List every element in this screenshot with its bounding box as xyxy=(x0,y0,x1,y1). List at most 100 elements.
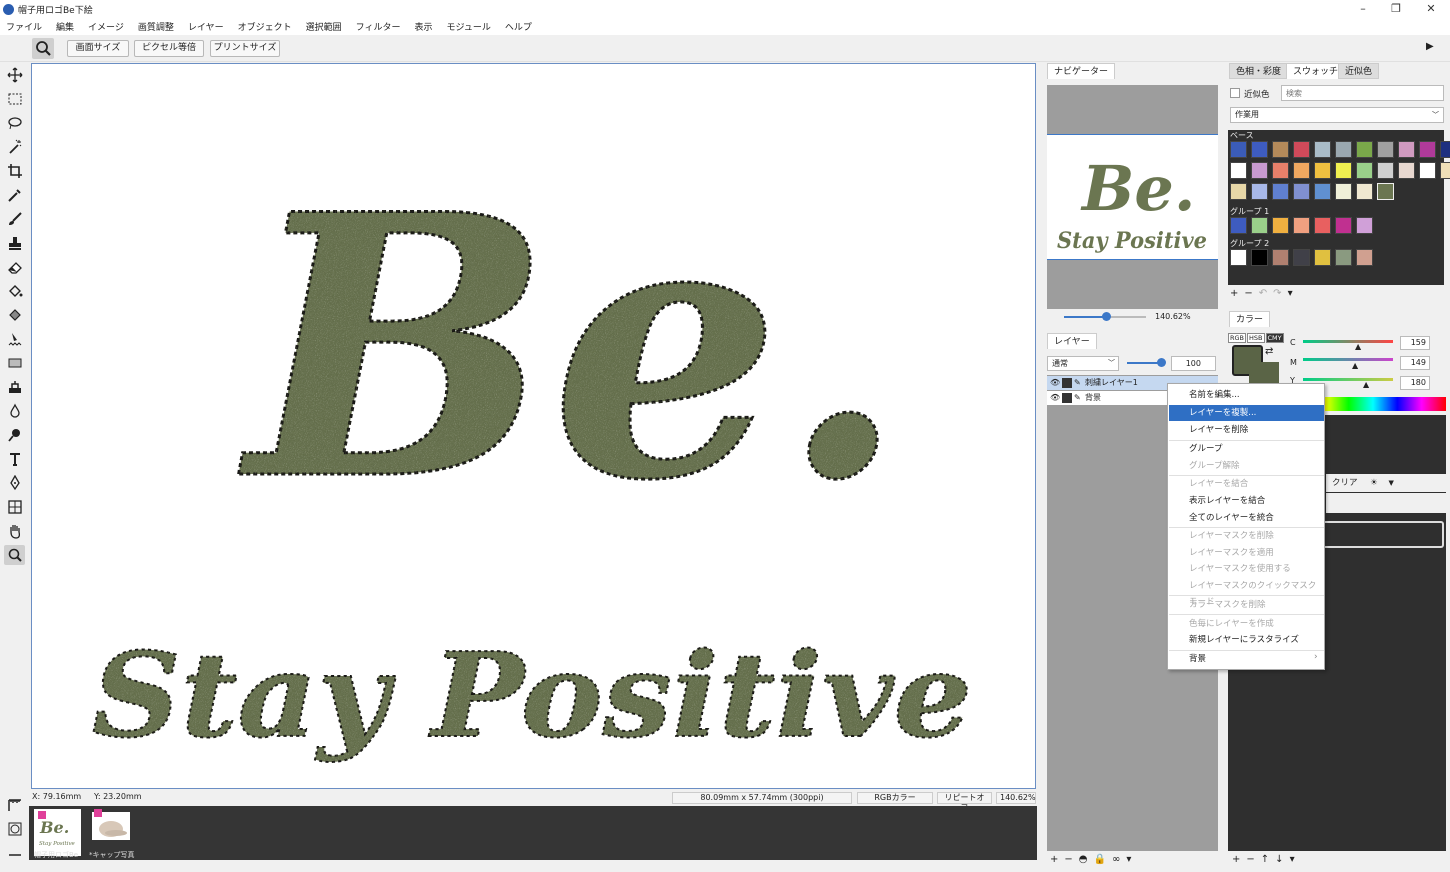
channel-m-input[interactable]: 149 xyxy=(1400,356,1430,370)
menu-layer[interactable]: レイヤー xyxy=(188,20,224,33)
menu-item-merge-visible[interactable]: 表示レイヤーを結合 xyxy=(1169,493,1324,509)
menu-adjust[interactable]: 画質調整 xyxy=(138,20,174,33)
menu-item-delete-mask[interactable]: レイヤーマスクを削除 xyxy=(1169,528,1324,544)
sun-icon[interactable]: ☀ xyxy=(1370,478,1378,488)
text-tool-icon[interactable] xyxy=(4,449,25,469)
color-swatch[interactable] xyxy=(1335,217,1352,234)
color-swatch[interactable] xyxy=(1356,183,1373,200)
color-swatch[interactable] xyxy=(1293,249,1310,266)
color-swatch[interactable] xyxy=(1314,217,1331,234)
add-swatch-icon[interactable]: + xyxy=(1230,288,1244,299)
swatch-search-input[interactable] xyxy=(1281,85,1444,101)
opacity-input[interactable]: 100 xyxy=(1171,356,1216,371)
actual-pixels-button[interactable]: ピクセル等倍 xyxy=(134,40,204,57)
tab-near-colors[interactable]: 近似色 xyxy=(1338,63,1380,79)
color-swatch[interactable] xyxy=(1335,183,1352,200)
color-swatch[interactable] xyxy=(1251,162,1268,179)
collapse-panel-icon[interactable] xyxy=(4,845,25,865)
stamp-icon[interactable] xyxy=(4,233,25,253)
close-button[interactable]: ✕ xyxy=(1420,1,1442,16)
menu-select[interactable]: 選択範囲 xyxy=(306,20,342,33)
color-swatch[interactable] xyxy=(1356,141,1373,158)
minimize-button[interactable]: – xyxy=(1352,1,1374,16)
menu-filter[interactable]: フィルター xyxy=(356,20,401,33)
menu-view[interactable]: 表示 xyxy=(414,20,432,33)
navigator-zoom-slider[interactable] xyxy=(1064,312,1146,321)
channel-c-slider[interactable] xyxy=(1303,340,1393,343)
menu-item-rename[interactable]: 名前を編集... xyxy=(1169,387,1324,403)
thumbnail-active-doc[interactable]: Be. Stay Positive xyxy=(34,809,81,856)
color-swatch[interactable] xyxy=(1251,249,1268,266)
color-swatch[interactable] xyxy=(1335,162,1352,179)
remove-layer-icon[interactable]: − xyxy=(1064,854,1078,865)
color-swatch[interactable] xyxy=(1314,183,1331,200)
color-swatch[interactable] xyxy=(1251,141,1268,158)
menu-item-flatten[interactable]: 全てのレイヤーを統合 xyxy=(1169,510,1324,526)
color-swatch[interactable] xyxy=(1230,249,1247,266)
color-swatch[interactable] xyxy=(1440,141,1450,158)
move-tool-icon[interactable] xyxy=(4,65,25,85)
color-swatch[interactable] xyxy=(1293,183,1310,200)
menu-item-delete-color-mask[interactable]: カラーマスクを削除 xyxy=(1169,597,1324,613)
menu-image[interactable]: イメージ xyxy=(88,20,124,33)
menu-item-use-mask[interactable]: レイヤーマスクを使用する xyxy=(1169,561,1324,577)
print-size-button[interactable]: プリントサイズ xyxy=(210,40,280,57)
move-down-icon[interactable]: ↓ xyxy=(1275,854,1289,865)
slider-thumb-icon[interactable]: ▲ xyxy=(1352,361,1358,370)
color-swatch[interactable] xyxy=(1293,141,1310,158)
transform-grid-icon[interactable] xyxy=(4,497,25,517)
slider-thumb[interactable] xyxy=(1102,312,1111,321)
dodge-icon[interactable] xyxy=(4,425,25,445)
color-swatch[interactable] xyxy=(1272,249,1289,266)
menu-module[interactable]: モジュール xyxy=(446,20,490,33)
channel-y-slider[interactable] xyxy=(1303,378,1393,381)
hand-tool-icon[interactable] xyxy=(4,521,25,541)
menu-object[interactable]: オブジェクト xyxy=(238,20,292,33)
swap-colors-icon[interactable]: ⇄ xyxy=(1265,346,1273,357)
zoom-tool-icon[interactable] xyxy=(4,545,25,565)
color-swatch[interactable] xyxy=(1251,183,1268,200)
shape-rect-icon[interactable] xyxy=(4,353,25,373)
menu-item-rasterize[interactable]: 新規レイヤーにラスタライズ xyxy=(1169,632,1324,648)
slider-thumb[interactable] xyxy=(1157,358,1166,367)
fit-screen-button[interactable]: 画面サイズ xyxy=(67,40,129,57)
add-icon[interactable]: + xyxy=(1232,854,1246,865)
color-swatch[interactable] xyxy=(1398,141,1415,158)
fill-bucket-icon[interactable] xyxy=(4,281,25,301)
quick-mask-icon[interactable] xyxy=(4,819,25,839)
embroidery-stamp-icon[interactable] xyxy=(4,377,25,397)
crop-icon[interactable] xyxy=(4,161,25,181)
color-swatch[interactable] xyxy=(1230,183,1247,200)
remove-icon[interactable]: − xyxy=(1246,854,1260,865)
color-swatch[interactable] xyxy=(1230,217,1247,234)
menu-item-layer-per-color[interactable]: 色毎にレイヤーを作成 xyxy=(1169,616,1324,632)
slider-thumb-icon[interactable]: ▲ xyxy=(1363,380,1369,389)
swatch-set-select[interactable]: 作業用 ﹀ xyxy=(1230,107,1444,123)
color-swatch[interactable] xyxy=(1440,162,1450,179)
color-swatch[interactable] xyxy=(1335,141,1352,158)
color-swatch[interactable] xyxy=(1251,217,1268,234)
smudge-icon[interactable] xyxy=(4,329,25,349)
color-swatch[interactable] xyxy=(1377,162,1394,179)
brush-icon[interactable] xyxy=(4,209,25,229)
thumbnail-cap-photo[interactable] xyxy=(92,809,130,840)
dropdown-icon[interactable]: ▾ xyxy=(1290,854,1301,865)
eyedropper-icon[interactable] xyxy=(4,185,25,205)
color-swatch[interactable] xyxy=(1293,217,1310,234)
pen-tool-icon[interactable] xyxy=(4,473,25,493)
lock-icon[interactable]: 🔒 xyxy=(1094,854,1112,865)
color-swatch[interactable] xyxy=(1419,162,1436,179)
color-swatch[interactable] xyxy=(1356,162,1373,179)
blur-drop-icon[interactable] xyxy=(4,401,25,421)
color-swatch[interactable] xyxy=(1272,162,1289,179)
eye-icon[interactable]: 👁 xyxy=(1050,391,1060,405)
tab-swatches[interactable]: スウォッチ xyxy=(1286,63,1346,79)
eraser-icon[interactable] xyxy=(4,257,25,277)
restore-button[interactable]: ❐ xyxy=(1385,1,1407,16)
blend-mode-select[interactable]: 通常 ﹀ xyxy=(1047,356,1119,371)
undo-icon[interactable]: ↶ xyxy=(1259,288,1273,299)
menu-file[interactable]: ファイル xyxy=(6,20,42,33)
dropdown-icon[interactable]: ▼ xyxy=(1389,479,1394,487)
color-swatch[interactable] xyxy=(1314,249,1331,266)
color-swatch[interactable] xyxy=(1272,183,1289,200)
